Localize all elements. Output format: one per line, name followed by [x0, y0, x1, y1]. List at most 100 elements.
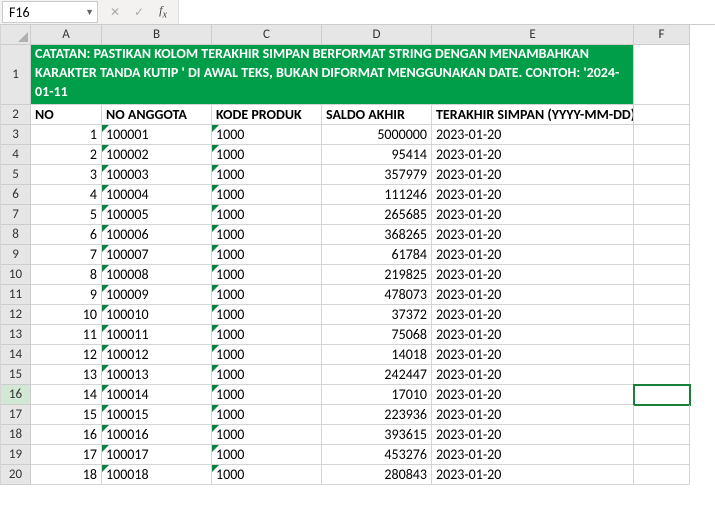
cell-C12[interactable]: 1000: [212, 305, 322, 325]
cell-C13[interactable]: 1000: [212, 325, 322, 345]
cell-B6[interactable]: 100004: [102, 185, 212, 205]
header-no[interactable]: NO: [31, 105, 102, 125]
column-header-F[interactable]: F: [634, 25, 690, 45]
note-cell[interactable]: CATATAN: PASTIKAN KOLOM TERAKHIR SIMPAN …: [31, 45, 634, 105]
cell-B15[interactable]: 100013: [102, 365, 212, 385]
cell-A18[interactable]: 16: [31, 425, 102, 445]
cell-B14[interactable]: 100012: [102, 345, 212, 365]
cell-C15[interactable]: 1000: [212, 365, 322, 385]
row-header-12[interactable]: 12: [1, 305, 31, 325]
cell-A17[interactable]: 15: [31, 405, 102, 425]
cell-F19[interactable]: [634, 445, 690, 465]
cell-D12[interactable]: 37372: [322, 305, 432, 325]
cell-D9[interactable]: 61784: [322, 245, 432, 265]
row-header-13[interactable]: 13: [1, 325, 31, 345]
cell-B8[interactable]: 100006: [102, 225, 212, 245]
fx-icon[interactable]: fx: [154, 3, 172, 20]
cell-B4[interactable]: 100002: [102, 145, 212, 165]
cell-B12[interactable]: 100010: [102, 305, 212, 325]
row-header-4[interactable]: 4: [1, 145, 31, 165]
cell-E19[interactable]: 2023-01-20: [432, 445, 634, 465]
cell-B17[interactable]: 100015: [102, 405, 212, 425]
row-header-20[interactable]: 20: [1, 465, 31, 485]
cell-F3[interactable]: [634, 125, 690, 145]
cell-D3[interactable]: 5000000: [322, 125, 432, 145]
cell-E6[interactable]: 2023-01-20: [432, 185, 634, 205]
cell-C20[interactable]: 1000: [212, 465, 322, 485]
cell-E18[interactable]: 2023-01-20: [432, 425, 634, 445]
cell-D17[interactable]: 223936: [322, 405, 432, 425]
name-box[interactable]: F16 ▼: [2, 1, 98, 23]
cell-B18[interactable]: 100016: [102, 425, 212, 445]
row-header-11[interactable]: 11: [1, 285, 31, 305]
cell-B3[interactable]: 100001: [102, 125, 212, 145]
cell-F17[interactable]: [634, 405, 690, 425]
column-header-D[interactable]: D: [322, 25, 432, 45]
cell-C6[interactable]: 1000: [212, 185, 322, 205]
cell-C11[interactable]: 1000: [212, 285, 322, 305]
column-header-A[interactable]: A: [31, 25, 102, 45]
header-saldo[interactable]: SALDO AKHIR: [322, 105, 432, 125]
cell-E16[interactable]: 2023-01-20: [432, 385, 634, 405]
cell-A11[interactable]: 9: [31, 285, 102, 305]
cell-F8[interactable]: [634, 225, 690, 245]
cell-A7[interactable]: 5: [31, 205, 102, 225]
cell-F4[interactable]: [634, 145, 690, 165]
cell-E13[interactable]: 2023-01-20: [432, 325, 634, 345]
cell-E5[interactable]: 2023-01-20: [432, 165, 634, 185]
cell-D10[interactable]: 219825: [322, 265, 432, 285]
cell-F18[interactable]: [634, 425, 690, 445]
cell-C5[interactable]: 1000: [212, 165, 322, 185]
row-header-7[interactable]: 7: [1, 205, 31, 225]
cell-A10[interactable]: 8: [31, 265, 102, 285]
row-header-18[interactable]: 18: [1, 425, 31, 445]
row-header-15[interactable]: 15: [1, 365, 31, 385]
row-header-16[interactable]: 16: [1, 385, 31, 405]
row-header-5[interactable]: 5: [1, 165, 31, 185]
column-header-B[interactable]: B: [102, 25, 212, 45]
cell-A15[interactable]: 13: [31, 365, 102, 385]
cell-A8[interactable]: 6: [31, 225, 102, 245]
cell-E4[interactable]: 2023-01-20: [432, 145, 634, 165]
row-header-1[interactable]: 1: [1, 45, 31, 105]
cell-C10[interactable]: 1000: [212, 265, 322, 285]
cell-A20[interactable]: 18: [31, 465, 102, 485]
cell-D16[interactable]: 17010: [322, 385, 432, 405]
cell-A5[interactable]: 3: [31, 165, 102, 185]
cell-E10[interactable]: 2023-01-20: [432, 265, 634, 285]
cell-F14[interactable]: [634, 345, 690, 365]
cell-D15[interactable]: 242447: [322, 365, 432, 385]
row-header-6[interactable]: 6: [1, 185, 31, 205]
cell-B13[interactable]: 100011: [102, 325, 212, 345]
spreadsheet-grid[interactable]: ABCDEF1CATATAN: PASTIKAN KOLOM TERAKHIR …: [0, 25, 715, 485]
cell-C3[interactable]: 1000: [212, 125, 322, 145]
cell-B10[interactable]: 100008: [102, 265, 212, 285]
row-header-2[interactable]: 2: [1, 105, 31, 125]
cell-C16[interactable]: 1000: [212, 385, 322, 405]
cell-F5[interactable]: [634, 165, 690, 185]
cell-A13[interactable]: 11: [31, 325, 102, 345]
cell-E3[interactable]: 2023-01-20: [432, 125, 634, 145]
cell-F1[interactable]: [634, 45, 690, 105]
cell-E8[interactable]: 2023-01-20: [432, 225, 634, 245]
cell-B5[interactable]: 100003: [102, 165, 212, 185]
cell-E20[interactable]: 2023-01-20: [432, 465, 634, 485]
cell-C4[interactable]: 1000: [212, 145, 322, 165]
cell-F2[interactable]: [634, 105, 690, 125]
cell-A3[interactable]: 1: [31, 125, 102, 145]
cell-D19[interactable]: 453276: [322, 445, 432, 465]
cell-A4[interactable]: 2: [31, 145, 102, 165]
cell-B9[interactable]: 100007: [102, 245, 212, 265]
cell-D13[interactable]: 75068: [322, 325, 432, 345]
cell-B11[interactable]: 100009: [102, 285, 212, 305]
cell-B20[interactable]: 100018: [102, 465, 212, 485]
cell-E9[interactable]: 2023-01-20: [432, 245, 634, 265]
cell-B19[interactable]: 100017: [102, 445, 212, 465]
cell-F12[interactable]: [634, 305, 690, 325]
row-header-14[interactable]: 14: [1, 345, 31, 365]
cell-A9[interactable]: 7: [31, 245, 102, 265]
cell-F13[interactable]: [634, 325, 690, 345]
row-header-10[interactable]: 10: [1, 265, 31, 285]
cell-C17[interactable]: 1000: [212, 405, 322, 425]
cell-E14[interactable]: 2023-01-20: [432, 345, 634, 365]
